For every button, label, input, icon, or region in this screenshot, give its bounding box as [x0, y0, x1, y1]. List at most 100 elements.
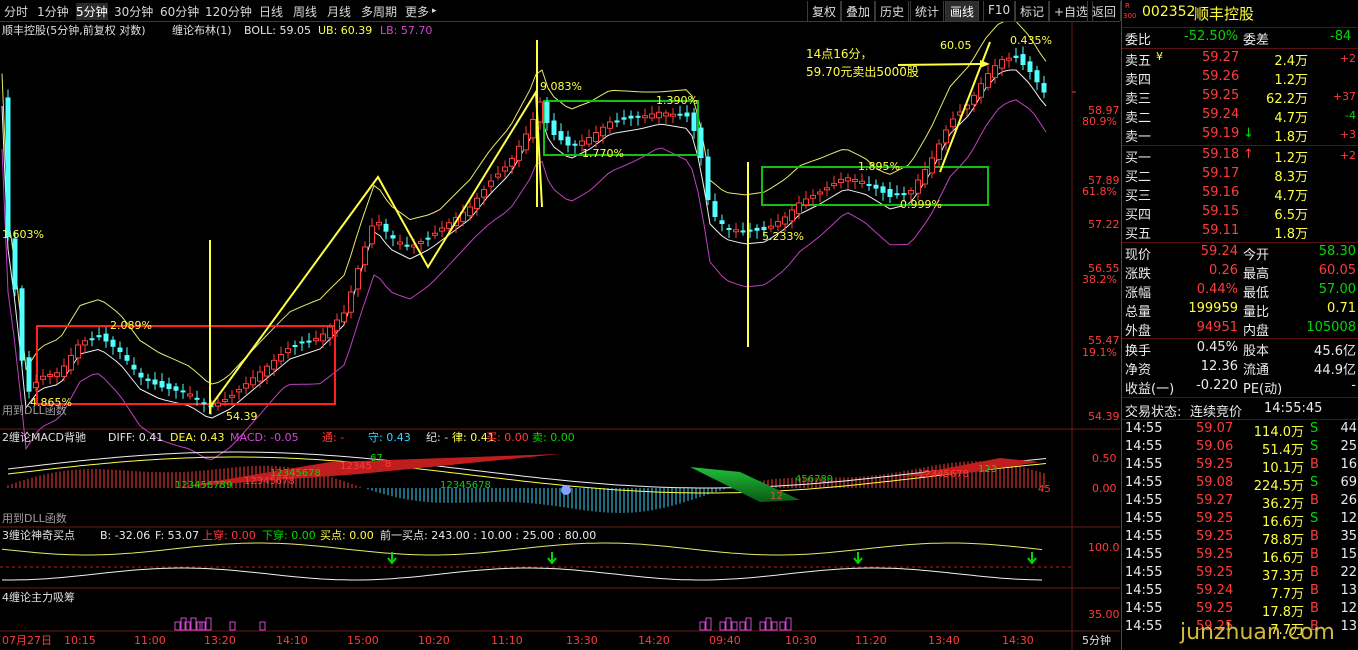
- candle-up: [831, 183, 837, 187]
- period-tag[interactable]: 5分钟: [1082, 633, 1111, 647]
- candle-down: [292, 345, 298, 348]
- ask-row[interactable]: 卖三 59.25 62.2万 +37: [1122, 87, 1358, 107]
- ask-row[interactable]: 卖五 ¥59.27 2.4万 +2: [1122, 49, 1358, 69]
- weibi-value: -52.50%: [1184, 29, 1239, 44]
- candle-up: [75, 344, 81, 359]
- ask-label: 卖三: [1125, 92, 1152, 107]
- stat-value: 60.05: [1318, 263, 1356, 278]
- tick-side: B: [1310, 529, 1319, 544]
- tick-price: 59.08: [1196, 475, 1234, 490]
- period-tab-30min[interactable]: 30分钟: [114, 3, 153, 20]
- period-tab-multi[interactable]: 多周期: [361, 3, 397, 20]
- ask-row[interactable]: 卖四 59.26 1.2万: [1122, 68, 1358, 88]
- buypoint-buy: 买点: 0.00: [320, 529, 374, 542]
- ask-row[interactable]: 卖一 59.19 ↓ 1.8万 +3: [1122, 125, 1358, 145]
- macd-diff: DIFF: 0.41: [108, 431, 163, 444]
- mark-button[interactable]: 标记: [1015, 1, 1050, 21]
- tick-time: 14:55: [1125, 457, 1163, 472]
- f10-button[interactable]: F10: [983, 1, 1016, 21]
- candle-up: [82, 340, 88, 346]
- draw-line-button[interactable]: 画线: [945, 1, 980, 21]
- stat-label: 收益(一): [1125, 382, 1175, 397]
- candle-up: [838, 178, 844, 184]
- time-tick: 10:30: [785, 634, 817, 647]
- ask-volume: 1.2万: [1274, 73, 1308, 88]
- period-tab-more[interactable]: 更多: [405, 3, 429, 20]
- macd-seq-label: 67: [370, 453, 383, 464]
- price-label: 54.39: [226, 410, 258, 423]
- stat-label: PE(动): [1243, 382, 1283, 397]
- candle-up: [733, 229, 739, 233]
- stat-value: 59.24: [1200, 244, 1238, 259]
- tick-count: 12: [1340, 511, 1357, 526]
- period-tab-120min[interactable]: 120分钟: [205, 3, 252, 20]
- period-tab-week[interactable]: 周线: [293, 3, 317, 20]
- ask-label: 卖一: [1125, 130, 1152, 145]
- candle-up: [789, 209, 795, 222]
- ask-label: 卖二: [1125, 111, 1152, 126]
- annotation-arrow: [897, 63, 981, 66]
- trade-state-label: 交易状态:: [1125, 405, 1182, 420]
- period-tab-month[interactable]: 月线: [327, 3, 351, 20]
- period-tab-60min[interactable]: 60分钟: [160, 3, 199, 20]
- candle-up: [446, 222, 452, 229]
- stock-title: 顺丰控股(5分钟,前复权 对数): [2, 23, 146, 37]
- price-axis: 58.97 57.89 57.22 56.55 55.47 54.39 80.9…: [1082, 104, 1120, 423]
- tick-side: S: [1310, 439, 1319, 454]
- candle-up: [348, 291, 354, 313]
- fq-button[interactable]: 复权: [807, 1, 842, 21]
- candle-up: [817, 191, 823, 195]
- candle-down: [299, 341, 305, 344]
- bid-row[interactable]: 买五 59.11 1.8万: [1122, 222, 1358, 242]
- ask-row[interactable]: 卖二 59.24 4.7万 -4: [1122, 106, 1358, 126]
- stats-button[interactable]: 统计: [910, 1, 945, 21]
- candle-up: [950, 118, 956, 128]
- candle-down: [194, 397, 200, 400]
- ask-label: 卖四: [1125, 73, 1152, 88]
- kline-chart-area[interactable]: 顺丰控股(5分钟,前复权 对数) 缠论布林(1) BOLL: 59.05 UB:…: [0, 22, 1120, 650]
- history-button[interactable]: 历史: [875, 1, 910, 21]
- chip-bar: [765, 617, 772, 631]
- price-label: 9.083%: [540, 80, 582, 93]
- period-tab-5min[interactable]: 5分钟: [76, 3, 108, 20]
- indicator-name: 缠论布林(1): [172, 23, 232, 37]
- tick-row: 14:55 59.07 114.0万 S 44: [1122, 420, 1358, 440]
- tick-count: 69: [1340, 475, 1357, 490]
- tick-price: 59.24: [1196, 583, 1234, 598]
- stock-code: 002352: [1142, 4, 1196, 20]
- candle-up: [397, 241, 403, 245]
- stat-label: 量比: [1243, 305, 1270, 320]
- candle-down: [180, 390, 186, 393]
- buypoint-f: F: 53.07: [155, 529, 199, 542]
- candle-up: [600, 126, 606, 137]
- period-tab-day[interactable]: 日线: [259, 3, 283, 20]
- tick-row: 14:55 59.06 51.4万 S 25: [1122, 438, 1358, 458]
- period-tab-minute[interactable]: 分时: [4, 3, 28, 20]
- back-button[interactable]: 返回: [1087, 1, 1122, 21]
- tick-time: 14:55: [1125, 565, 1163, 580]
- bid-row[interactable]: 买二 59.17 8.3万: [1122, 165, 1358, 185]
- bid-row[interactable]: 买一 59.18 ↑ 1.2万 +2: [1122, 146, 1358, 166]
- weibi-row: 委比 -52.50% 委差 -84: [1122, 28, 1358, 48]
- candle-down: [621, 117, 627, 120]
- candle-up: [985, 73, 991, 88]
- candle-down: [1034, 70, 1040, 83]
- candle-up: [782, 216, 788, 225]
- period-tab-1min[interactable]: 1分钟: [37, 3, 69, 20]
- tick-count: 35: [1340, 529, 1357, 544]
- bid-row[interactable]: 买四 59.15 6.5万: [1122, 203, 1358, 223]
- price-label: 1.770%: [582, 147, 624, 160]
- candle-down: [173, 386, 179, 391]
- time-tick: 14:20: [638, 634, 670, 647]
- candle-up: [320, 333, 326, 342]
- time-tick: 15:00: [347, 634, 379, 647]
- bid-volume: 1.2万: [1274, 151, 1308, 166]
- price-label: 5.233%: [762, 230, 804, 243]
- candle-up: [768, 225, 774, 229]
- overlay-button[interactable]: 叠加: [841, 1, 876, 21]
- ask-price: 59.19: [1202, 126, 1240, 141]
- candle-down: [19, 288, 25, 361]
- ask-change: +2: [1339, 52, 1356, 65]
- candle-down: [383, 223, 389, 232]
- bid-row[interactable]: 买三 59.16 4.7万: [1122, 184, 1358, 204]
